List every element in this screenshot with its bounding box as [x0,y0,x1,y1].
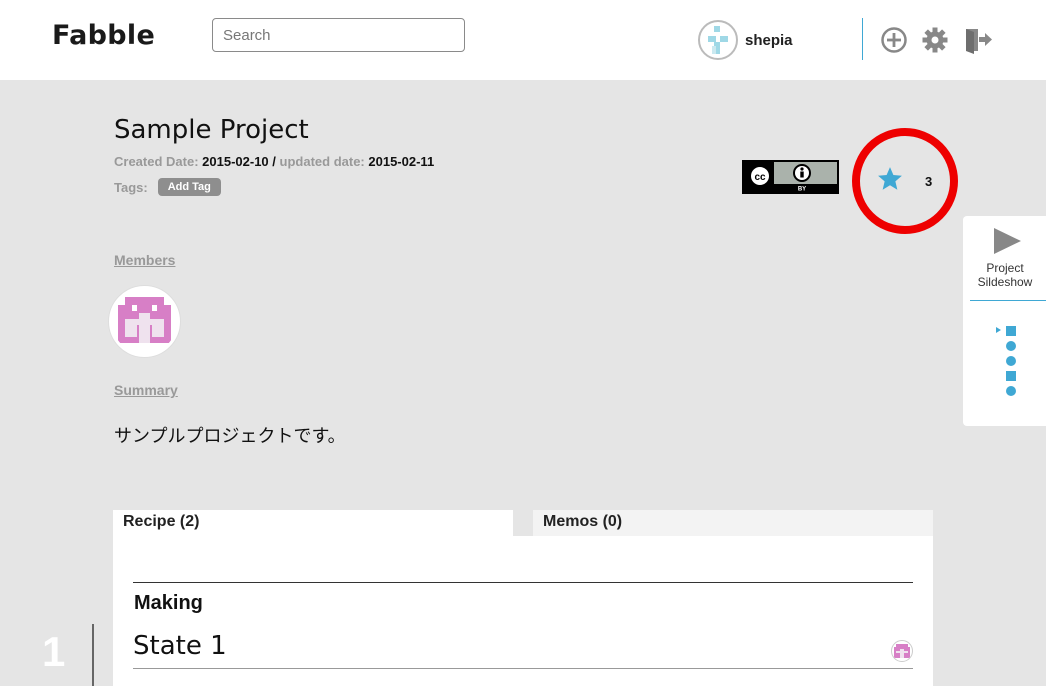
svg-text:cc: cc [754,172,766,183]
star-count: 3 [925,174,933,189]
cc-license-badge[interactable]: cc BY [742,160,839,194]
state-divider [133,668,913,669]
license-by-text: BY [798,187,806,193]
recipe-section-title: Making [134,592,203,614]
slideshow-label-line2: Sildeshow [977,275,1033,289]
tab-recipe[interactable]: Recipe (2) [113,510,513,536]
star-icon[interactable] [876,165,904,193]
play-icon[interactable] [994,228,1021,254]
slideshow-button[interactable]: Project Sildeshow [968,261,1042,289]
logo[interactable]: Fabble [52,20,155,51]
recipe-panel [113,536,933,686]
updated-date: 2015-02-11 [368,154,435,169]
search-input[interactable] [212,18,465,52]
tab-memos[interactable]: Memos (0) [533,510,933,536]
step-timeline-line [92,624,94,686]
created-label: Created Date: [114,154,199,169]
add-circle-icon[interactable] [880,26,908,54]
updated-label: updated date: [279,154,365,169]
summary-label[interactable]: Summary [114,382,178,398]
user-menu[interactable]: shepia [698,20,793,60]
user-avatar[interactable] [698,20,738,60]
gear-icon[interactable] [921,26,949,54]
add-tag-button[interactable]: Add Tag [157,178,221,196]
highlight-circle [852,128,958,234]
header-divider [862,18,863,60]
state-title: State 1 [133,631,227,661]
step-number: 1 [42,628,66,675]
tags-row: Tags: Add Tag [114,178,221,196]
state-author-avatar[interactable] [891,640,913,662]
logout-icon[interactable] [964,26,992,54]
recipe-divider-top [133,582,913,583]
tags-label: Tags: [114,179,148,195]
date-separator: / [272,154,276,169]
members-label[interactable]: Members [114,252,175,268]
summary-text: サンプルプロジェクトです。 [114,426,346,447]
top-header: Fabble shepia [0,0,1046,80]
project-dates: Created Date: 2015-02-10 / updated date:… [114,154,434,169]
username[interactable]: shepia [745,32,793,49]
member-avatar[interactable] [109,286,180,357]
slideshow-label-line1: Project [986,261,1024,275]
slideshow-divider [970,300,1046,301]
project-title: Sample Project [114,115,309,145]
slide-navigation-dots[interactable] [996,325,1020,400]
created-date: 2015-02-10 [202,154,269,169]
